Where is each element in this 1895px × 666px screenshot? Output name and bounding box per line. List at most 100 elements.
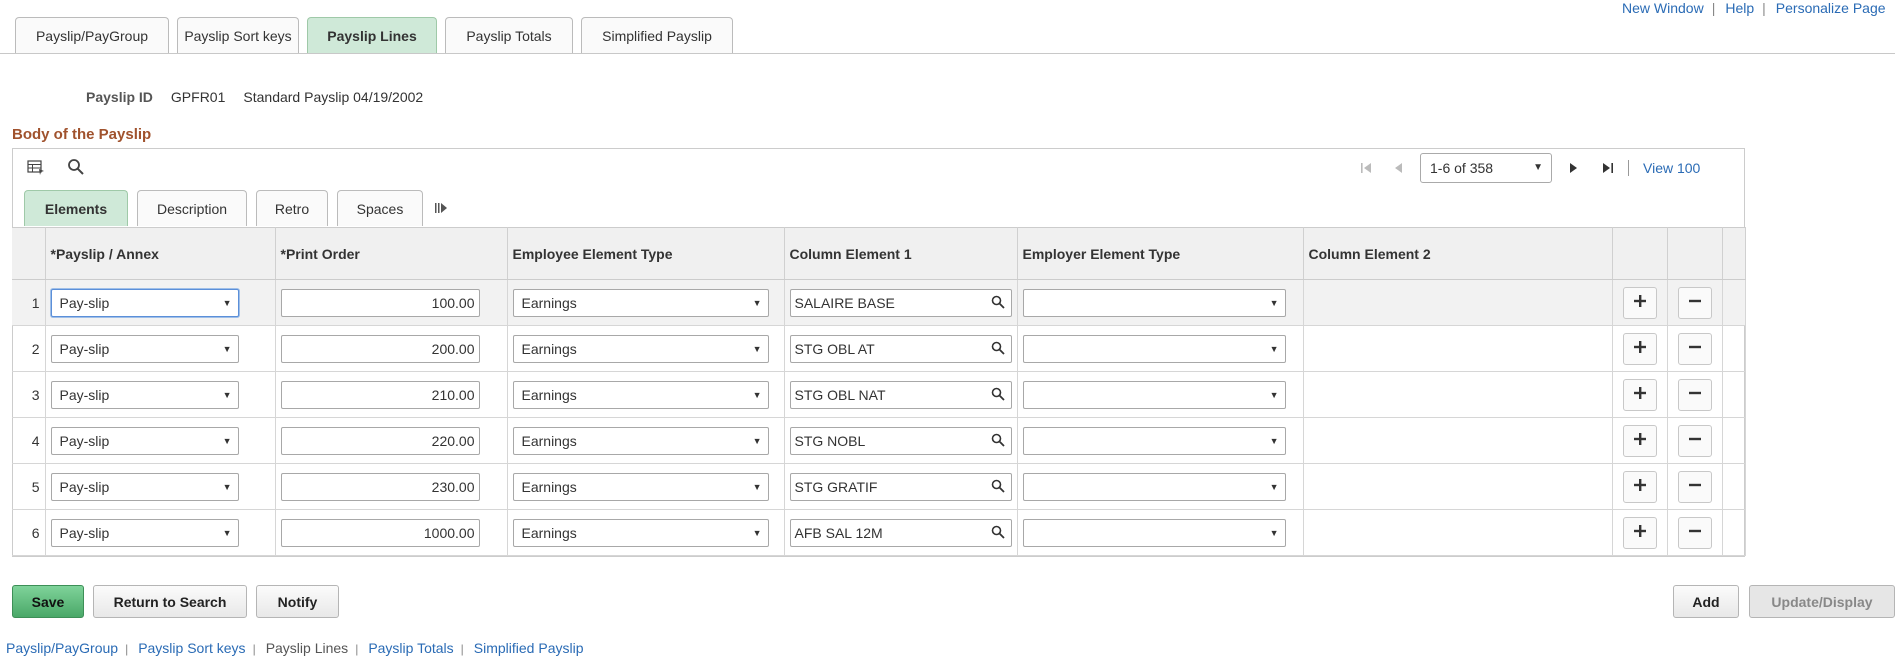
employee-element-type-select[interactable]: Earnings ▼ [512, 472, 769, 501]
payslip-annex-select[interactable]: Pay-slip ▼ [50, 380, 239, 409]
add-row-button[interactable] [1622, 332, 1657, 365]
column-element-1-input[interactable]: AFB SAL 12M [789, 518, 1012, 547]
new-window-link[interactable]: New Window [1622, 0, 1704, 16]
notify-button[interactable]: Notify [256, 585, 339, 618]
delete-row-button[interactable] [1677, 470, 1712, 503]
column-element-1-input[interactable]: STG GRATIF [789, 472, 1012, 501]
column-header[interactable]: *Print Order [275, 227, 508, 280]
delete-row-button[interactable] [1677, 332, 1712, 365]
column-header[interactable]: Employee Element Type [507, 227, 785, 280]
print-order-input[interactable]: 200.00 [280, 334, 480, 363]
column-element-1-input[interactable]: STG OBL AT [789, 334, 1012, 363]
section-title: Body of the Payslip [12, 126, 152, 143]
employer-element-type-select[interactable]: ▼ [1022, 288, 1286, 317]
tab-payslip-sort-keys[interactable]: Payslip Sort keys [177, 17, 299, 53]
column-element-2-cell [1303, 325, 1613, 372]
employee-element-type-select[interactable]: Earnings ▼ [512, 380, 769, 409]
employer-element-type-select[interactable]: ▼ [1022, 518, 1286, 547]
next-page-icon[interactable] [1562, 156, 1586, 180]
first-page-icon[interactable] [1354, 156, 1378, 180]
tab-payslip-paygroup[interactable]: Payslip/PayGroup [15, 17, 169, 53]
add-button[interactable]: Add [1673, 585, 1739, 618]
employee-element-type-select[interactable]: Earnings ▼ [512, 426, 769, 455]
return-to-search-button[interactable]: Return to Search [93, 585, 247, 618]
delete-row-button[interactable] [1677, 516, 1712, 549]
search-icon[interactable] [991, 341, 1005, 358]
search-icon[interactable] [991, 525, 1005, 542]
employee-element-type-select[interactable]: Earnings ▼ [512, 288, 769, 317]
tab-label: Payslip Totals [466, 27, 552, 44]
tab-payslip-totals[interactable]: Payslip Totals [445, 17, 573, 53]
show-all-columns-icon[interactable] [434, 190, 448, 226]
update-display-button[interactable]: Update/Display [1749, 585, 1895, 618]
separator: | [1762, 0, 1766, 16]
employer-element-type-select[interactable]: ▼ [1022, 380, 1286, 409]
chevron-down-icon: ▼ [222, 343, 232, 354]
table-row: 2 Pay-slip ▼ 200.00 Earnings ▼ STG OBL AT ▼ [12, 325, 1746, 372]
employer-element-type-select[interactable]: ▼ [1022, 334, 1286, 363]
print-order-input[interactable]: 1000.00 [280, 518, 480, 547]
row-range-select[interactable]: 1-6 of 358 ▼ [1420, 153, 1552, 183]
payslip-annex-select[interactable]: Pay-slip ▼ [50, 288, 239, 317]
column-element-1-input[interactable]: STG OBL NAT [789, 380, 1012, 409]
column-header[interactable]: Column Element 2 [1303, 227, 1613, 280]
tab-simplified-payslip[interactable]: Simplified Payslip [581, 17, 733, 53]
payslip-annex-select[interactable]: Pay-slip ▼ [50, 334, 239, 363]
chevron-down-icon: ▼ [1269, 389, 1279, 400]
employee-element-type-value: Earnings [521, 294, 577, 311]
search-icon[interactable] [991, 295, 1005, 312]
previous-page-icon[interactable] [1386, 156, 1410, 180]
column-element-1-input[interactable]: STG NOBL [789, 426, 1012, 455]
spacer-header [1722, 227, 1746, 280]
tab-description[interactable]: Description [137, 190, 247, 226]
spacer-cell [1722, 417, 1746, 464]
column-header[interactable]: *Payslip / Annex [45, 227, 276, 280]
add-row-button[interactable] [1622, 516, 1657, 549]
footer-link-payslip-sort-keys[interactable]: Payslip Sort keys [138, 640, 245, 656]
row-number: 1 [12, 279, 46, 326]
add-row-button[interactable] [1622, 286, 1657, 319]
column-header[interactable]: Employer Element Type [1017, 227, 1304, 280]
delete-row-button[interactable] [1677, 286, 1712, 319]
plus-icon [1633, 340, 1647, 357]
footer-link-payslip-paygroup[interactable]: Payslip/PayGroup [6, 640, 118, 656]
help-link[interactable]: Help [1725, 0, 1754, 16]
add-row-button[interactable] [1622, 470, 1657, 503]
search-icon[interactable] [991, 433, 1005, 450]
save-button[interactable]: Save [12, 585, 84, 618]
personalize-grid-icon[interactable] [26, 157, 46, 177]
personalize-page-link[interactable]: Personalize Page [1776, 0, 1886, 16]
payslip-annex-select[interactable]: Pay-slip ▼ [50, 472, 239, 501]
grid-tabs: Elements Description Retro Spaces [24, 190, 448, 226]
add-row-button[interactable] [1622, 378, 1657, 411]
column-header[interactable]: Column Element 1 [784, 227, 1018, 280]
footer-link-payslip-totals[interactable]: Payslip Totals [368, 640, 453, 656]
minus-icon [1688, 386, 1702, 403]
employer-element-type-select[interactable]: ▼ [1022, 472, 1286, 501]
delete-row-button[interactable] [1677, 424, 1712, 457]
tab-payslip-lines[interactable]: Payslip Lines [307, 17, 437, 53]
tab-spaces[interactable]: Spaces [337, 190, 423, 226]
print-order-input[interactable]: 210.00 [280, 380, 480, 409]
view-100-link[interactable]: View 100 [1643, 160, 1700, 176]
tab-elements[interactable]: Elements [24, 190, 128, 226]
column-element-1-value: STG GRATIF [794, 478, 878, 495]
column-element-1-input[interactable]: SALAIRE BASE [789, 288, 1012, 317]
employee-element-type-select[interactable]: Earnings ▼ [512, 518, 769, 547]
payslip-annex-select[interactable]: Pay-slip ▼ [50, 518, 239, 547]
print-order-input[interactable]: 230.00 [280, 472, 480, 501]
last-page-icon[interactable] [1596, 156, 1620, 180]
spacer-cell [1722, 279, 1746, 326]
search-icon[interactable] [991, 479, 1005, 496]
search-icon[interactable] [991, 387, 1005, 404]
employer-element-type-select[interactable]: ▼ [1022, 426, 1286, 455]
payslip-annex-select[interactable]: Pay-slip ▼ [50, 426, 239, 455]
employee-element-type-select[interactable]: Earnings ▼ [512, 334, 769, 363]
tab-retro[interactable]: Retro [256, 190, 328, 226]
delete-row-button[interactable] [1677, 378, 1712, 411]
print-order-input[interactable]: 220.00 [280, 426, 480, 455]
find-icon[interactable] [66, 157, 86, 177]
print-order-input[interactable]: 100.00 [280, 288, 480, 317]
add-row-button[interactable] [1622, 424, 1657, 457]
footer-link-simplified-payslip[interactable]: Simplified Payslip [474, 640, 584, 656]
